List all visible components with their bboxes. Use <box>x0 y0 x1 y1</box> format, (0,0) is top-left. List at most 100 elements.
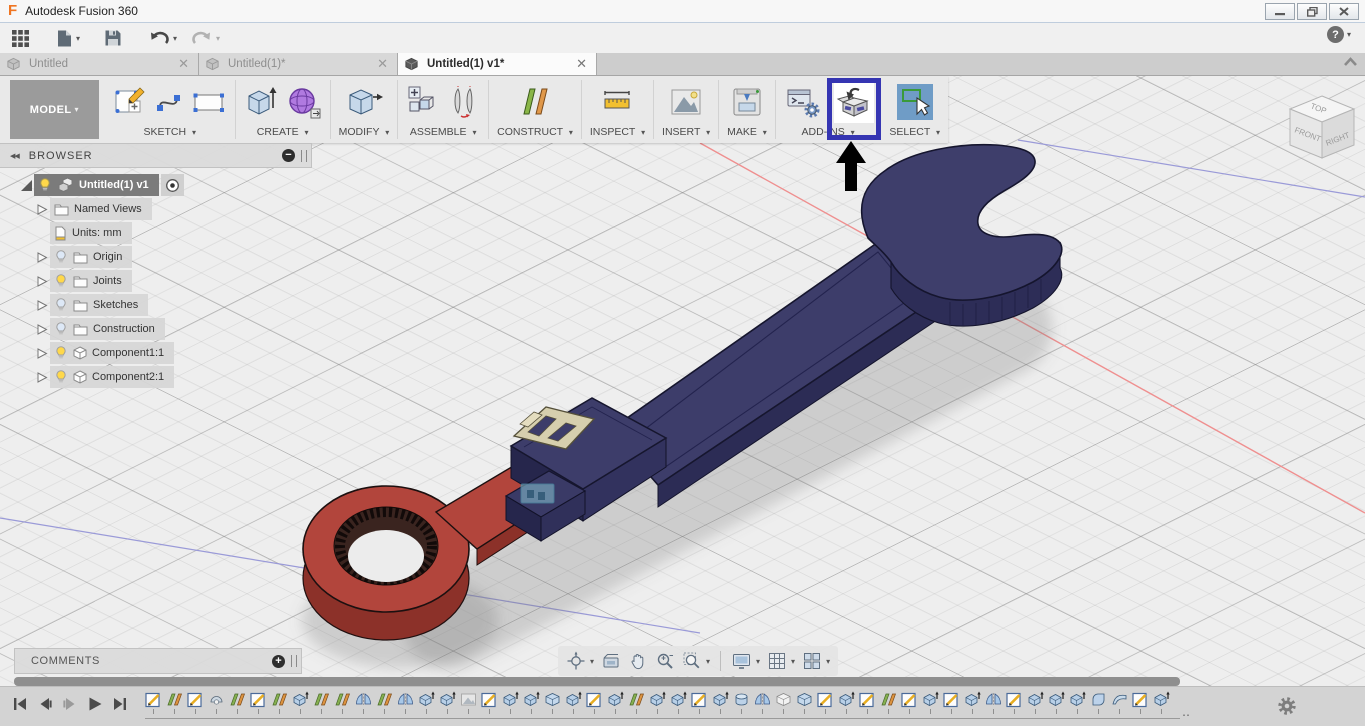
browser-header[interactable]: ◀◀ BROWSER − <box>0 143 312 168</box>
timeline-feature-plane[interactable] <box>229 691 246 714</box>
undo-button[interactable]: ▾ <box>148 30 177 46</box>
save-button[interactable] <box>104 29 122 47</box>
timeline-feature-extrude[interactable] <box>712 691 729 714</box>
zoom-button[interactable] <box>655 651 675 671</box>
timeline-feature-sketch[interactable] <box>187 691 204 714</box>
timeline-feature-sketch[interactable] <box>586 691 603 714</box>
timeline-feature-whitebox[interactable] <box>775 691 792 714</box>
make-menu[interactable]: MAKE ▾ <box>727 126 767 138</box>
tab-close-icon[interactable]: ✕ <box>573 56 590 72</box>
sketch-menu[interactable]: SKETCH ▾ <box>143 126 196 138</box>
inspect-menu[interactable]: INSPECT ▾ <box>590 126 645 138</box>
collapse-circle-icon[interactable]: − <box>282 149 295 162</box>
timeline-feature-mirror[interactable] <box>397 691 414 714</box>
redo-button[interactable]: ▾ <box>191 30 220 46</box>
timeline-feature-plane[interactable] <box>628 691 645 714</box>
expand-triangle-icon[interactable] <box>34 371 50 384</box>
bulb-off-icon[interactable] <box>54 322 68 336</box>
insert-menu[interactable]: INSERT ▾ <box>662 126 710 138</box>
timeline-feature-box[interactable] <box>544 691 561 714</box>
expand-triangle-icon[interactable] <box>34 203 50 216</box>
horizontal-scrollbar[interactable] <box>14 677 1180 686</box>
expand-triangle-icon[interactable] <box>34 347 50 360</box>
press-pull-icon[interactable] <box>345 84 383 120</box>
timeline-feature-extrude[interactable] <box>439 691 456 714</box>
browser-item-named-views[interactable]: Named Views <box>0 198 312 220</box>
bulb-on-icon[interactable] <box>54 274 68 288</box>
restore-button[interactable] <box>1297 3 1327 20</box>
timeline-feature-plane[interactable] <box>166 691 183 714</box>
form-icon[interactable] <box>286 84 322 120</box>
expand-triangle-icon[interactable] <box>34 299 50 312</box>
timeline-feature-extrude[interactable] <box>1153 691 1170 714</box>
expand-triangle-icon[interactable] <box>34 323 50 336</box>
timeline-feature-sketch[interactable] <box>817 691 834 714</box>
timeline-feature-sketch[interactable] <box>691 691 708 714</box>
view-cube[interactable]: TOP FRONT RIGHT <box>1270 80 1365 180</box>
assemble-menu[interactable]: ASSEMBLE ▾ <box>410 126 477 138</box>
pan-button[interactable] <box>628 651 648 671</box>
timeline-feature-sketch[interactable] <box>1132 691 1149 714</box>
create-sketch-icon[interactable] <box>113 85 147 119</box>
orbit-button[interactable]: ▾ <box>566 651 594 671</box>
timeline-feature-extrude[interactable] <box>1048 691 1065 714</box>
3d-print-icon[interactable] <box>729 85 765 119</box>
close-button[interactable] <box>1329 3 1359 20</box>
timeline-feature-extrude[interactable] <box>523 691 540 714</box>
select-menu[interactable]: SELECT ▾ <box>889 126 940 138</box>
browser-item-sketches[interactable]: Sketches <box>0 294 312 316</box>
tab-untitled-1[interactable]: Untitled(1)* ✕ <box>199 53 398 75</box>
joint-icon[interactable] <box>448 84 480 120</box>
rectangle-icon[interactable] <box>191 85 227 119</box>
construct-menu[interactable]: CONSTRUCT ▾ <box>497 126 573 138</box>
expand-comments-icon[interactable]: + <box>272 655 285 668</box>
timeline-feature-sketch[interactable] <box>481 691 498 714</box>
workspace-switcher[interactable]: MODEL▾ <box>10 80 99 139</box>
browser-item-construction[interactable]: Construction <box>0 318 312 340</box>
grid-layout-button[interactable]: ▾ <box>767 651 795 671</box>
insert-image-icon[interactable] <box>668 85 704 119</box>
timeline-feature-extrude[interactable] <box>607 691 624 714</box>
activate-component-radio[interactable] <box>161 174 184 196</box>
tab-close-icon[interactable]: ✕ <box>374 56 391 72</box>
expand-triangle-icon[interactable] <box>34 275 50 288</box>
help-button[interactable]: ? ▾ <box>1327 26 1351 43</box>
create-menu[interactable]: CREATE ▾ <box>257 126 309 138</box>
measure-icon[interactable] <box>599 85 635 119</box>
display-settings-button[interactable]: ▾ <box>731 651 760 671</box>
minimize-button[interactable] <box>1265 3 1295 20</box>
timeline-feature-plane[interactable] <box>334 691 351 714</box>
timeline-feature-mirror[interactable] <box>985 691 1002 714</box>
select-cursor-icon[interactable] <box>897 84 933 120</box>
tab-untitled-1-v1[interactable]: Untitled(1) v1* ✕ <box>398 53 597 75</box>
zoom-window-button[interactable]: ▾ <box>682 651 710 671</box>
timeline-feature-extrude[interactable] <box>838 691 855 714</box>
step-forward-button[interactable] <box>62 696 78 712</box>
tab-untitled[interactable]: Untitled ✕ <box>0 53 199 75</box>
tab-close-icon[interactable]: ✕ <box>175 56 192 72</box>
addins-box-icon[interactable] <box>834 83 874 123</box>
new-component-icon[interactable] <box>406 84 442 120</box>
app-grid-menu-icon[interactable] <box>12 30 29 47</box>
modify-menu[interactable]: MODIFY ▾ <box>339 126 390 138</box>
timeline-feature-extrude[interactable] <box>502 691 519 714</box>
spline-icon[interactable] <box>153 85 185 119</box>
construction-plane-icon[interactable] <box>518 84 552 120</box>
timeline-feature-sketch[interactable] <box>1006 691 1023 714</box>
viewports-button[interactable]: ▾ <box>802 651 830 671</box>
timeline-feature-plane[interactable] <box>271 691 288 714</box>
extrude-icon[interactable] <box>244 84 280 120</box>
timeline-feature-cylinder[interactable] <box>733 691 750 714</box>
timeline-feature-dome[interactable] <box>208 691 225 714</box>
go-to-end-button[interactable] <box>112 696 128 712</box>
collapse-panel-icon[interactable]: ◀◀ <box>10 152 19 160</box>
timeline-feature-extrude[interactable] <box>670 691 687 714</box>
panel-resize-grip[interactable] <box>291 655 297 667</box>
timeline-feature-plane[interactable] <box>376 691 393 714</box>
timeline-feature-extrude[interactable] <box>1027 691 1044 714</box>
browser-item-joints[interactable]: Joints <box>0 270 312 292</box>
timeline-feature-fillet[interactable] <box>1090 691 1107 714</box>
browser-item-component2-1[interactable]: Component2:1 <box>0 366 312 388</box>
comments-panel[interactable]: COMMENTS + <box>14 648 302 674</box>
timeline-feature-sketch[interactable] <box>943 691 960 714</box>
